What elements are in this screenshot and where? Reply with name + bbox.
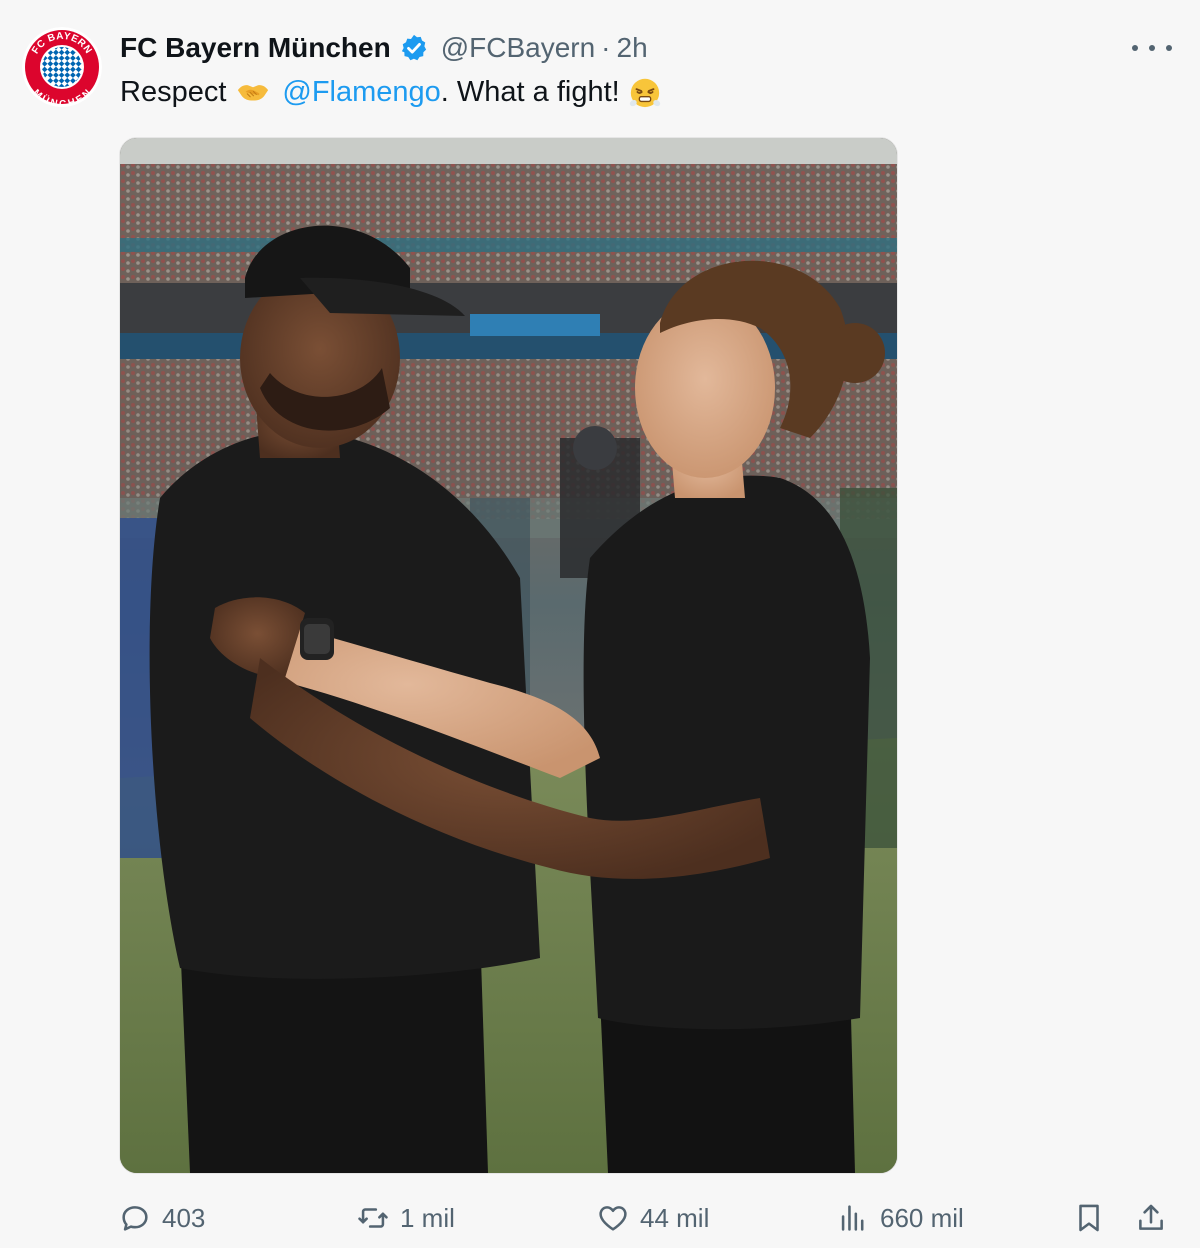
tweet-actions: 403 1 mil 44 mil 660 mil [0, 1196, 1200, 1244]
text-after-mention: . What a fight! [440, 75, 620, 108]
heart-icon [599, 1206, 627, 1231]
handshake-emoji [238, 85, 269, 101]
reply-count: 403 [162, 1202, 206, 1233]
more-icon[interactable] [1132, 40, 1172, 56]
bookmark-icon [1079, 1204, 1099, 1232]
tweet-photo[interactable] [119, 137, 898, 1174]
text-before-mention: Respect [120, 75, 227, 108]
share-icon [1139, 1204, 1163, 1230]
share-button[interactable] [1134, 1196, 1168, 1240]
reply-button[interactable]: 403 [118, 1196, 205, 1240]
coaches-embrace-photo [120, 138, 897, 1173]
more-dot [1166, 45, 1172, 51]
tweet[interactable]: FC BAYERN MÜNCHEN FC Bayern München @FCB… [0, 0, 1200, 1248]
more-dot [1149, 45, 1155, 51]
retweet-count: 1 mil [400, 1202, 455, 1233]
more-dot [1132, 45, 1138, 51]
views-button[interactable]: 660 mil [836, 1196, 964, 1240]
face-with-steam-emoji [629, 78, 660, 108]
reply-icon [122, 1206, 148, 1231]
retweet-icon [358, 1208, 388, 1228]
display-name[interactable]: FC Bayern München [120, 32, 391, 64]
mention-link[interactable]: @Flamengo [282, 76, 440, 109]
views-chart-icon [841, 1205, 864, 1231]
separator-dot: · [601, 32, 611, 63]
bookmark-button[interactable] [1072, 1196, 1106, 1240]
tweet-header: FC Bayern München @FCBayern · 2h [120, 28, 648, 68]
fc-bayern-logo: FC BAYERN MÜNCHEN [22, 27, 102, 107]
retweet-button[interactable]: 1 mil [356, 1196, 455, 1240]
views-count: 660 mil [880, 1202, 964, 1233]
avatar[interactable]: FC BAYERN MÜNCHEN [22, 27, 102, 107]
tweet-text: Respect @Flamengo . What a fight! [120, 72, 662, 112]
timestamp[interactable]: 2h [617, 32, 648, 64]
author-handle[interactable]: @FCBayern [441, 32, 595, 64]
like-count: 44 mil [640, 1202, 710, 1233]
like-button[interactable]: 44 mil [596, 1196, 709, 1240]
verified-badge-icon[interactable] [399, 33, 429, 63]
